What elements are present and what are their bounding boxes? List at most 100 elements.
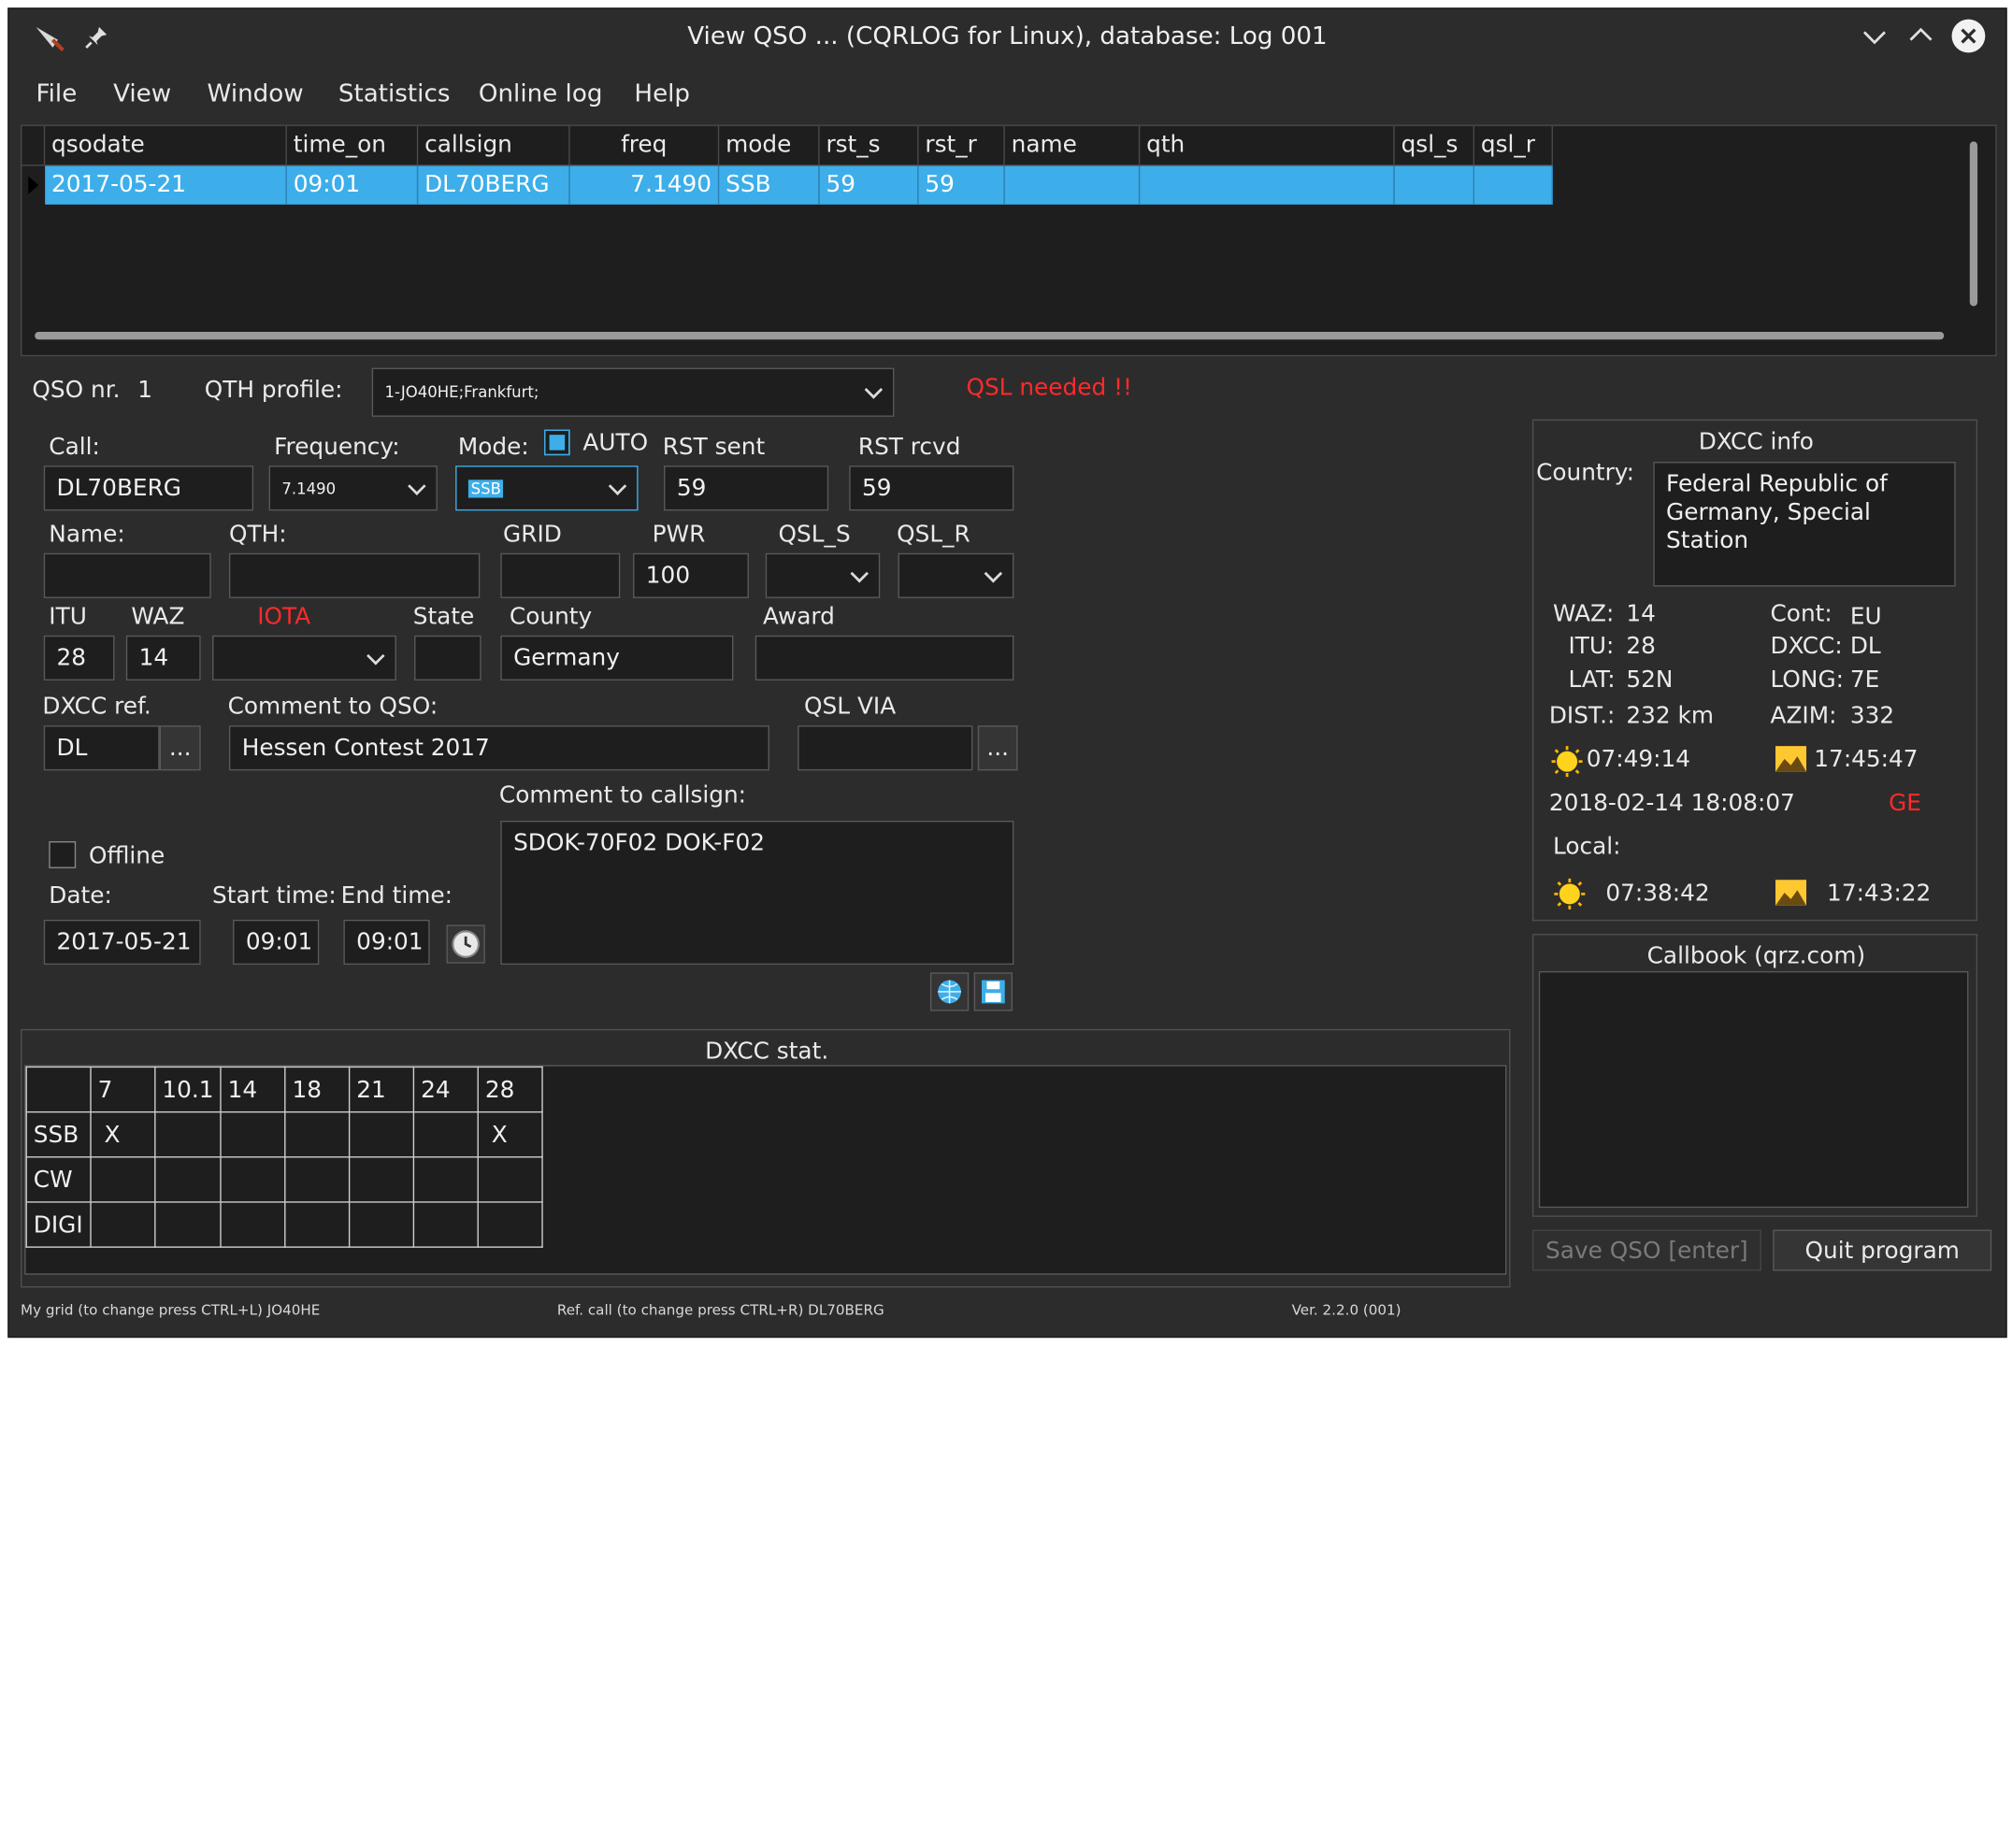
column-header-name[interactable]: name [1004,125,1141,166]
remote-button[interactable] [929,972,970,1011]
qth-input[interactable] [228,552,481,598]
column-header-callsign[interactable]: callsign [418,125,570,166]
dxcc-info-value: DL [1849,633,1881,660]
long-label: LONG: [1770,666,1845,694]
callbook-content[interactable] [1538,970,1969,1209]
table-row[interactable]: 2017-05-21 09:01 DL70BERG 7.1490 SSB 59 … [22,165,1553,205]
menu-help[interactable]: Help [634,79,690,107]
grid-input[interactable] [500,552,621,598]
iota-select[interactable] [212,635,396,680]
cell-qsl-s[interactable] [1394,165,1475,205]
menu-statistics[interactable]: Statistics [338,79,451,107]
stat-row-digi: DIGI [25,1201,543,1248]
stat-cell [349,1110,415,1158]
column-header-qsl-s[interactable]: qsl_s [1394,125,1475,166]
quit-program-button[interactable]: Quit program [1773,1229,1992,1271]
pwr-input[interactable]: 100 [633,552,749,598]
title-bar: View QSO ... (CQRLOG for Linux), databas… [9,9,2006,66]
clock-icon [452,930,480,958]
cell-qsl-r[interactable] [1474,165,1553,205]
menu-window[interactable]: Window [208,79,304,107]
cell-mode[interactable]: SSB [719,165,820,205]
pwr-label: PWR [652,521,706,549]
name-input[interactable] [43,552,211,598]
offline-checkbox[interactable] [49,840,77,868]
main-window: View QSO ... (CQRLOG for Linux), databas… [7,7,2007,1339]
qth-label: QTH: [228,521,287,549]
state-label: State [412,603,475,631]
frequency-select[interactable]: 7.1490 [268,466,438,511]
dxcc-stat-group: DXCC stat. 7 10.1 14 18 21 24 28 SSB X X… [21,1028,1511,1288]
local-label: Local: [1552,833,1621,861]
comment-qso-input[interactable]: Hessen Contest 2017 [228,725,769,771]
qsl-s-select[interactable] [765,552,881,598]
name-label: Name: [49,521,125,549]
stat-cell [90,1201,156,1248]
column-header-rst-r[interactable]: rst_r [918,125,1005,166]
stat-cell [412,1156,480,1203]
comment-call-textarea[interactable]: SDOK-70F02 DOK-F02 [500,820,1014,966]
horizontal-scrollbar[interactable] [35,332,1945,340]
row-indicator-icon [28,176,39,194]
date-input[interactable]: 2017-05-21 [43,919,201,966]
save-qso-button[interactable]: Save QSO [enter] [1531,1229,1761,1271]
column-header-qth[interactable]: qth [1140,125,1395,166]
column-header-time-on[interactable]: time_on [286,125,419,166]
cell-qsodate[interactable]: 2017-05-21 [45,165,287,205]
callbook-group: Callbook (qrz.com) [1531,934,1978,1217]
waz-input[interactable]: 14 [125,635,201,680]
mode-label: Mode: [457,433,529,461]
menu-view[interactable]: View [113,79,171,107]
set-time-button[interactable] [446,924,485,964]
date-label: Date: [49,882,112,910]
cell-callsign[interactable]: DL70BERG [418,165,570,205]
dxcc-ref-input[interactable]: DL [43,725,160,771]
qsl-via-browse-button[interactable]: ... [977,725,1018,771]
menu-file[interactable]: File [36,79,78,107]
cell-name[interactable] [1004,165,1141,205]
sunset-icon [1775,746,1807,772]
close-icon[interactable] [1950,18,1987,54]
comment-qso-label: Comment to QSO: [227,693,438,721]
state-input[interactable] [414,635,481,680]
stat-cell [154,1156,222,1203]
rst-rcvd-input[interactable]: 59 [849,466,1014,511]
band-header: 28 [477,1066,543,1113]
maximize-icon[interactable] [1908,24,1934,45]
cell-rst-s[interactable]: 59 [819,165,919,205]
column-header-qsl-r[interactable]: qsl_r [1474,125,1553,166]
column-header-qsodate[interactable]: qsodate [45,125,287,166]
cell-qth[interactable] [1140,165,1395,205]
cell-rst-r[interactable]: 59 [918,165,1005,205]
rst-sent-label: RST sent [662,433,766,461]
status-grid: My grid (to change press CTRL+L) JO40HE [21,1301,321,1319]
save-comment-button[interactable] [973,972,1013,1011]
minimize-icon[interactable] [1861,27,1888,48]
lat-value: 52N [1626,666,1674,694]
qsl-via-input[interactable] [798,725,973,771]
county-input[interactable]: Germany [500,635,734,680]
menu-online-log[interactable]: Online log [479,79,603,107]
qsl-r-select[interactable] [898,552,1014,598]
menu-bar: File View Window Statistics Online log H… [9,73,2006,117]
rst-sent-input[interactable]: 59 [664,466,829,511]
column-header-freq[interactable]: freq [569,125,720,166]
start-time-input[interactable]: 09:01 [233,919,320,966]
column-header-mode[interactable]: mode [719,125,820,166]
call-input[interactable]: DL70BERG [43,466,254,511]
cell-freq[interactable]: 7.1490 [569,165,720,205]
stat-cell [220,1156,286,1203]
auto-mode-checkbox[interactable] [544,429,570,456]
chevron-down-icon [850,564,869,582]
dxcc-ref-browse-button[interactable]: ... [159,725,201,771]
mode-select[interactable]: SSB [455,466,639,511]
end-time-input[interactable]: 09:01 [343,919,430,966]
band-header: 14 [220,1066,286,1113]
vertical-scrollbar[interactable] [1969,141,1978,307]
column-header-rst-s[interactable]: rst_s [819,125,919,166]
itu-input[interactable]: 28 [43,635,115,680]
qth-profile-select[interactable]: 1-JO40HE;Frankfurt; [371,367,895,417]
country-label: Country: [1536,459,1635,487]
cell-time-on[interactable]: 09:01 [286,165,419,205]
award-input[interactable] [754,635,1014,680]
